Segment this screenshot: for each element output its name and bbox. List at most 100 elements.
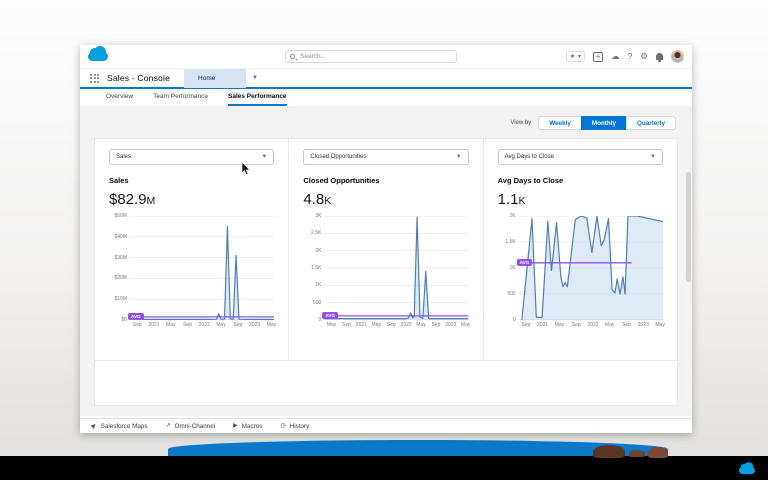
app-name: Sales - Console xyxy=(107,73,171,83)
favorites-button[interactable]: ★ ▾ xyxy=(565,51,586,62)
axis-tick: 1K xyxy=(315,282,322,289)
utility-omni-channel[interactable]: ↗ Omni-Channel xyxy=(166,423,216,430)
axis-tick: May xyxy=(166,322,176,328)
closed-opps-metric-select[interactable]: Closed Opportunities ▼ xyxy=(303,149,469,165)
plot-area: AVG xyxy=(516,216,663,320)
sales-chart: $50M $40M $30M $20M $10M $0 AVG xyxy=(109,213,275,323)
global-search[interactable] xyxy=(285,50,457,63)
avg-days-chart: 2K 1.5K 1K 500 0 AVG xyxy=(498,213,663,323)
macros-play-icon: ▶ xyxy=(233,423,238,429)
plot-area: AVG xyxy=(322,216,469,320)
header-icons: ★ ▾ + ☁ ? ⚙ xyxy=(565,50,684,63)
utility-macros[interactable]: ▶ Macros xyxy=(233,423,262,430)
axis-tick: May xyxy=(216,322,226,328)
axis-tick: Sep xyxy=(571,322,581,328)
avg-days-metric-select[interactable]: Avg Days to Close ▼ xyxy=(497,149,663,165)
global-header: ★ ▾ + ☁ ? ⚙ xyxy=(80,45,692,69)
axis-tick: 1.5K xyxy=(505,239,516,245)
kpi-value: 4.8K xyxy=(303,191,332,208)
axis-tick: 2023 xyxy=(249,322,261,328)
dashboard-content: View by Weekly Monthly Quarterly Sales ▼… xyxy=(80,106,692,416)
axis-tick: 2K xyxy=(315,247,322,254)
kpi-value: $82.9M xyxy=(109,191,156,208)
omni-channel-icon: ↗ xyxy=(165,423,171,429)
tab-overview[interactable]: Overview xyxy=(106,93,133,106)
avg-badge: AVG xyxy=(516,258,533,267)
utility-salesforce-maps[interactable]: ▶ Salesforce Maps xyxy=(90,422,148,430)
app-launcher-icon[interactable] xyxy=(90,73,99,83)
view-by-segmented: Weekly Monthly Quarterly xyxy=(538,116,676,130)
utility-history[interactable]: ◷ History xyxy=(280,423,309,430)
axis-tick: $10M xyxy=(114,296,127,303)
x-axis: Sep 2021 May Sep 2022 May Sep 2023 May xyxy=(130,320,276,330)
view-by-control: View by Weekly Monthly Quarterly xyxy=(80,106,692,138)
global-actions-icon[interactable]: + xyxy=(593,51,604,62)
setup-gear-icon[interactable]: ⚙ xyxy=(640,52,648,61)
view-by-label: View by xyxy=(510,120,532,126)
axis-tick: May xyxy=(605,322,615,328)
chart-panels: Sales ▼ Sales $82.9M $50M $40M $30M $20M $10… xyxy=(95,139,677,361)
closed-opportunities-panel: Closed Opportunities ▼ Closed Opportunit… xyxy=(288,139,482,360)
axis-tick: 0 xyxy=(318,317,322,323)
mouse-cursor xyxy=(241,162,251,176)
axis-tick: 2022 xyxy=(400,322,412,328)
axis-tick: 2021 xyxy=(537,322,549,328)
axis-tick: Sep xyxy=(233,322,243,328)
x-axis: May Sep 2021 May Sep 2022 May Sep 2023 May xyxy=(324,320,471,330)
axis-tick: 500 xyxy=(312,299,322,306)
axis-tick: 2021 xyxy=(355,322,367,328)
x-axis: Sep 2021 May Sep 2022 May Sep 2023 May xyxy=(519,320,665,330)
axis-tick: May xyxy=(416,322,426,328)
history-clock-icon: ◷ xyxy=(280,423,286,429)
chevron-down-icon: ▾ xyxy=(578,54,582,60)
axis-tick: 2023 xyxy=(445,322,457,328)
axis-tick: Sep xyxy=(132,322,142,328)
axis-tick: $50M xyxy=(114,213,127,219)
axis-tick: May xyxy=(371,322,382,328)
chevron-down-icon[interactable]: ▼ xyxy=(252,75,258,81)
salesforce-app-window: ★ ▾ + ☁ ? ⚙ Sales - Console Home ▼ Overv… xyxy=(80,45,692,433)
view-by-weekly-button[interactable]: Weekly xyxy=(538,116,582,130)
select-value: Sales xyxy=(116,154,132,160)
panel-title: Closed Opportunities xyxy=(303,176,380,185)
select-value: Closed Opportunities xyxy=(310,154,367,160)
axis-tick: $0 xyxy=(121,317,127,323)
hand-finger xyxy=(629,450,645,457)
closed-opportunities-chart: 3K 2.5K 2K 1.5K 1K 500 0 AVG xyxy=(303,213,469,323)
workspace-tab-home[interactable]: Home xyxy=(184,68,247,88)
location-arrow-icon: ▶ xyxy=(90,422,99,430)
tab-sales-performance[interactable]: Sales Performance xyxy=(228,93,287,106)
axis-tick: Sep xyxy=(622,322,631,328)
help-icon[interactable]: ? xyxy=(628,52,633,61)
video-frame: ★ ▾ + ☁ ? ⚙ Sales - Console Home ▼ Overv… xyxy=(0,0,768,480)
axis-tick: Sep xyxy=(342,322,351,328)
tab-team-performance[interactable]: Team Performance xyxy=(153,93,208,106)
scrollbar-thumb[interactable] xyxy=(686,172,691,282)
axis-tick: 2021 xyxy=(148,322,160,328)
star-icon: ★ xyxy=(569,54,576,60)
view-by-monthly-button[interactable]: Monthly xyxy=(580,116,627,130)
axis-tick: Sep xyxy=(386,322,396,328)
axis-tick: 2.5K xyxy=(311,230,322,237)
axis-tick: May xyxy=(461,322,471,328)
trailhead-cloud-icon[interactable]: ☁ xyxy=(611,52,620,61)
dashboard-tabs: Overview Team Performance Sales Performa… xyxy=(80,89,692,106)
scrollbar[interactable] xyxy=(686,170,691,399)
panel-title: Avg Days to Close xyxy=(497,176,564,185)
notifications-bell-icon[interactable] xyxy=(656,53,663,62)
sales-panel: Sales ▼ Sales $82.9M $50M $40M $30M $20M $10… xyxy=(95,139,288,360)
view-by-quarterly-button[interactable]: Quarterly xyxy=(626,116,676,130)
search-icon xyxy=(290,53,295,59)
avg-days-panel: Avg Days to Close ▼ Avg Days to Close 1.… xyxy=(482,139,677,360)
axis-tick: May xyxy=(326,322,337,328)
plot-area: AVG xyxy=(128,216,275,321)
axis-tick: May xyxy=(655,322,665,328)
salesforce-logo xyxy=(739,462,755,475)
console-navbar: Sales - Console Home ▼ xyxy=(80,68,692,89)
hand-finger xyxy=(648,447,668,458)
user-avatar[interactable] xyxy=(671,50,684,63)
axis-tick: 2022 xyxy=(198,322,210,328)
axis-tick: 1K xyxy=(509,265,516,271)
axis-tick: $40M xyxy=(114,233,127,240)
search-input[interactable] xyxy=(285,50,457,63)
